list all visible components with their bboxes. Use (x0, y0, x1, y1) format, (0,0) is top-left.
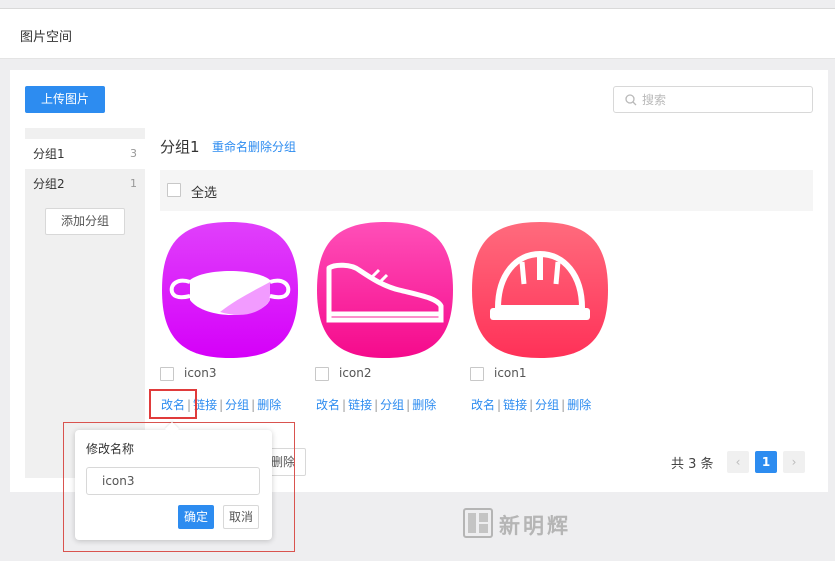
item-name: icon2 (339, 366, 372, 380)
link-link[interactable]: 链接 (503, 398, 527, 412)
delete-link[interactable]: 删除 (412, 398, 436, 412)
separator: | (219, 398, 224, 412)
rename-link[interactable]: 改名 (471, 398, 495, 412)
top-strip (0, 0, 835, 9)
shoe-icon[interactable] (315, 220, 455, 360)
select-all-checkbox[interactable] (167, 183, 181, 197)
item-checkbox[interactable] (315, 367, 329, 381)
rename-input[interactable] (86, 467, 260, 495)
page-header: 图片空间 (0, 9, 835, 59)
popover-title: 修改名称 (86, 442, 135, 456)
group-label: 分组1 (33, 147, 65, 161)
group-link[interactable]: 分组 (380, 398, 404, 412)
delete-link[interactable]: 删除 (257, 398, 281, 412)
pagination-total: 共 3 条 (671, 457, 714, 472)
mask-icon[interactable] (160, 220, 300, 360)
sidebar-item-group1[interactable]: 分组1 3 (25, 139, 145, 169)
select-all-label: 全选 (191, 186, 218, 201)
separator: | (497, 398, 502, 412)
link-link[interactable]: 链接 (348, 398, 372, 412)
separator: | (561, 398, 566, 412)
separator: | (374, 398, 379, 412)
delete-link[interactable]: 删除 (567, 398, 591, 412)
group-label: 分组2 (33, 177, 65, 191)
select-all-bar: 全选 (160, 170, 813, 211)
page-number-button[interactable]: 1 (755, 451, 777, 473)
item-ops: 改名 | 链接 | 分组 | 删除 (471, 396, 591, 413)
delete-group-link[interactable]: 删除分组 (248, 140, 296, 154)
confirm-button[interactable]: 确定 (178, 505, 214, 529)
search-icon (625, 94, 637, 106)
separator: | (529, 398, 534, 412)
add-group-button[interactable]: 添加分组 (45, 208, 125, 235)
rename-group-link[interactable]: 重命名 (212, 140, 248, 154)
search-input[interactable] (642, 87, 807, 112)
search-box[interactable] (613, 86, 813, 113)
page-title: 图片空间 (20, 30, 73, 45)
item-name: icon3 (184, 366, 217, 380)
prev-page-button[interactable]: ‹ (727, 451, 749, 473)
cancel-button[interactable]: 取消 (223, 505, 259, 529)
item-ops: 改名 | 链接 | 分组 | 删除 (316, 396, 436, 413)
group-title: 分组1 (160, 138, 200, 156)
helmet-icon[interactable] (470, 220, 610, 360)
group-actions: 重命名删除分组 (212, 138, 296, 155)
separator: | (406, 398, 411, 412)
item-checkbox[interactable] (470, 367, 484, 381)
sidebar-item-group2[interactable]: 分组2 1 (25, 169, 145, 199)
separator: | (342, 398, 347, 412)
watermark-text: 新明辉 (499, 513, 571, 538)
next-page-button[interactable]: › (783, 451, 805, 473)
seal-logo (463, 508, 493, 538)
rename-popover: 修改名称 确定 取消 (75, 421, 272, 540)
watermark: 新明辉 (463, 508, 578, 540)
group-link[interactable]: 分组 (225, 398, 249, 412)
highlight-box (149, 389, 197, 419)
rename-link[interactable]: 改名 (316, 398, 340, 412)
group-count: 1 (130, 177, 137, 190)
item-checkbox[interactable] (160, 367, 174, 381)
upload-image-button[interactable]: 上传图片 (25, 86, 105, 113)
group-count: 3 (130, 147, 137, 160)
separator: | (251, 398, 256, 412)
item-name: icon1 (494, 366, 527, 380)
group-link[interactable]: 分组 (535, 398, 559, 412)
